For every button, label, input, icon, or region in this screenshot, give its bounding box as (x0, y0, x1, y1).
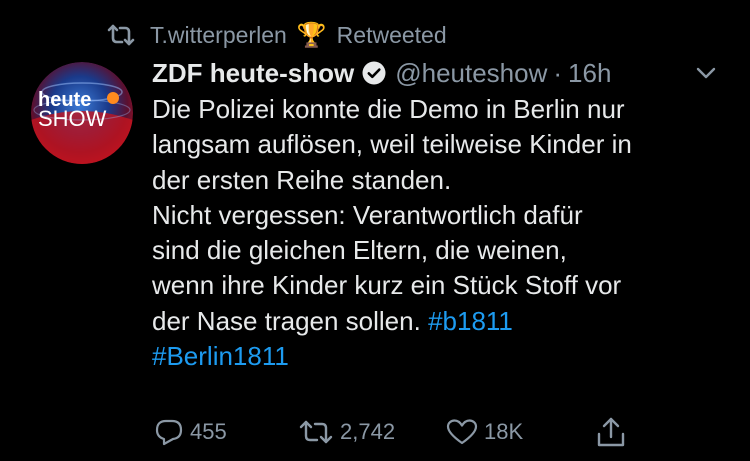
reply-button[interactable]: 455 (154, 414, 227, 450)
chevron-down-icon[interactable] (694, 64, 718, 82)
retweet-context[interactable]: T.witterperlen 🏆 Retweeted (106, 18, 447, 52)
tweet-line: Die Polizei konnte die Demo in Berlin nu… (152, 94, 625, 124)
tweet-header: ZDF heute-show @heuteshow · 16h (152, 56, 611, 90)
share-button[interactable] (596, 414, 632, 450)
trophy-emoji: 🏆 (296, 21, 327, 49)
tweet-line: langsam auflösen, weil teilweise Kinder … (152, 129, 632, 160)
like-count: 18K (484, 419, 524, 444)
retweet-button[interactable]: 2,742 (298, 414, 395, 450)
tweet-line: der ersten Reihe standen. (152, 164, 452, 195)
tweet-actions: 455 2,742 18K (0, 414, 750, 450)
hashtag-link[interactable]: #b1811 (428, 306, 513, 336)
retweeted-label: Retweeted (336, 21, 447, 48)
tweet-line-hashtag: #Berlin1811 (152, 339, 737, 374)
header-separator: · (553, 57, 563, 88)
heart-icon (446, 419, 478, 445)
reply-icon (155, 419, 183, 446)
author-display-name[interactable]: ZDF heute-show (152, 58, 354, 89)
tweet-text: Die Polizei konnte die Demo in Berlin nu… (152, 92, 737, 374)
reply-count: 455 (190, 419, 227, 444)
tweet-line: Nicht vergessen: Verantwortlich dafür (152, 199, 583, 230)
tweet-line: wenn ihre Kinder kurz ein Stück Stoff vo… (152, 270, 622, 301)
tweet-line: sind die gleichen Eltern, die weinen, (152, 235, 567, 266)
author-handle[interactable]: @heuteshow (395, 58, 547, 89)
retweeter-name[interactable]: T.witterperlen (150, 22, 287, 49)
avatar-logo-bottom: SHOW (38, 106, 107, 131)
tweet-timestamp[interactable]: 16h (568, 58, 611, 89)
verified-badge-icon (362, 61, 386, 85)
retweet-icon (299, 420, 333, 444)
avatar[interactable]: heute SHOW (31, 62, 133, 164)
retweet-count: 2,742 (340, 419, 396, 444)
like-button[interactable]: 18K (446, 414, 523, 450)
tweet-line: der Nase tragen sollen. (152, 305, 421, 336)
retweet-icon (107, 24, 135, 46)
share-icon (597, 417, 625, 447)
hashtag-link[interactable]: #Berlin1811 (152, 341, 289, 371)
tweet-line-with-hashtag: der Nase tragen sollen. #b1811 (152, 304, 737, 339)
avatar-logo-text: heute SHOW (38, 90, 106, 130)
